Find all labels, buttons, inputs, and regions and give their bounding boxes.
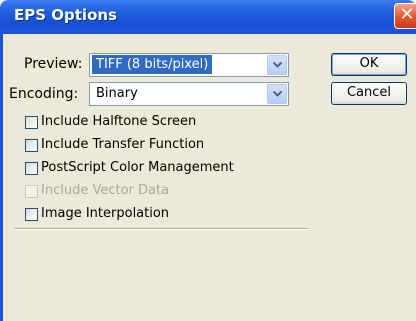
preview-select-value: TIFF (8 bits/pixel) xyxy=(92,55,213,74)
image-interpolation-label[interactable]: Image Interpolation xyxy=(41,206,169,221)
postscript-color-management-checkbox[interactable] xyxy=(25,162,38,175)
encoding-select-value: Binary xyxy=(96,86,138,101)
preview-label: Preview: xyxy=(24,56,83,72)
dialog-title: EPS Options xyxy=(14,6,117,24)
postscript-color-management-label[interactable]: PostScript Color Management xyxy=(41,160,234,175)
include-halftone-screen-label[interactable]: Include Halftone Screen xyxy=(41,114,196,129)
include-transfer-function-checkbox[interactable] xyxy=(25,139,38,152)
include-transfer-function-label[interactable]: Include Transfer Function xyxy=(41,137,204,152)
ok-button[interactable]: OK xyxy=(331,53,407,76)
image-interpolation-checkbox[interactable] xyxy=(25,208,38,221)
include-vector-data-label: Include Vector Data xyxy=(41,183,170,198)
cancel-button[interactable]: Cancel xyxy=(331,82,407,105)
encoding-label: Encoding: xyxy=(9,86,79,102)
title-bar[interactable]: EPS Options ✕ xyxy=(0,0,416,34)
eps-options-dialog: EPS Options ✕ Preview: TIFF (8 bits/pixe… xyxy=(0,0,416,321)
separator xyxy=(15,228,308,230)
dialog-body: Preview: TIFF (8 bits/pixel) Encoding: B… xyxy=(0,34,416,321)
include-halftone-screen-checkbox[interactable] xyxy=(25,116,38,129)
include-vector-data-checkbox xyxy=(25,185,38,198)
encoding-select[interactable]: Binary xyxy=(89,82,289,106)
preview-select[interactable]: TIFF (8 bits/pixel) xyxy=(89,53,289,77)
chevron-down-icon[interactable] xyxy=(267,55,287,75)
chevron-down-icon[interactable] xyxy=(267,84,287,104)
close-icon[interactable]: ✕ xyxy=(394,3,416,29)
